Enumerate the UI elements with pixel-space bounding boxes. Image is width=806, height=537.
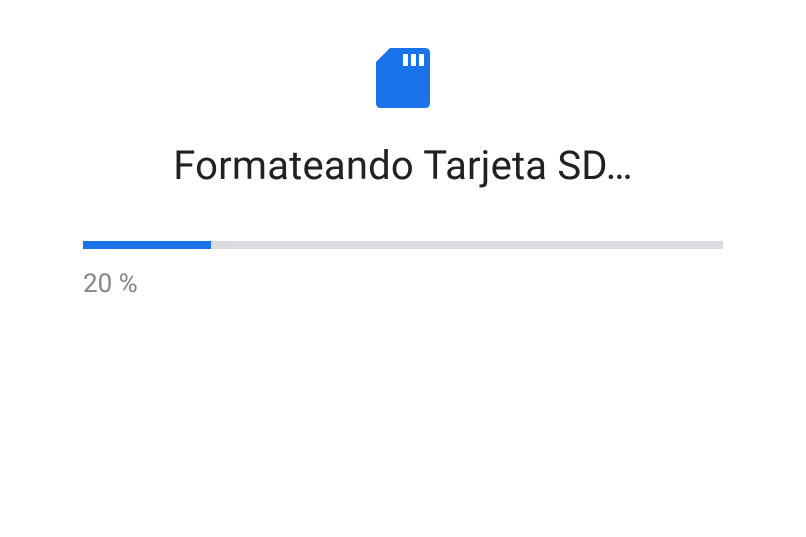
progress-fill xyxy=(83,241,211,249)
page-title: Formateando Tarjeta SD… xyxy=(173,142,632,189)
progress-area: 20 % xyxy=(83,241,723,299)
progress-bar xyxy=(83,241,723,249)
sd-card-icon xyxy=(376,48,430,112)
format-sd-screen: Formateando Tarjeta SD… 20 % xyxy=(0,0,806,299)
progress-percent-label: 20 % xyxy=(83,269,723,299)
